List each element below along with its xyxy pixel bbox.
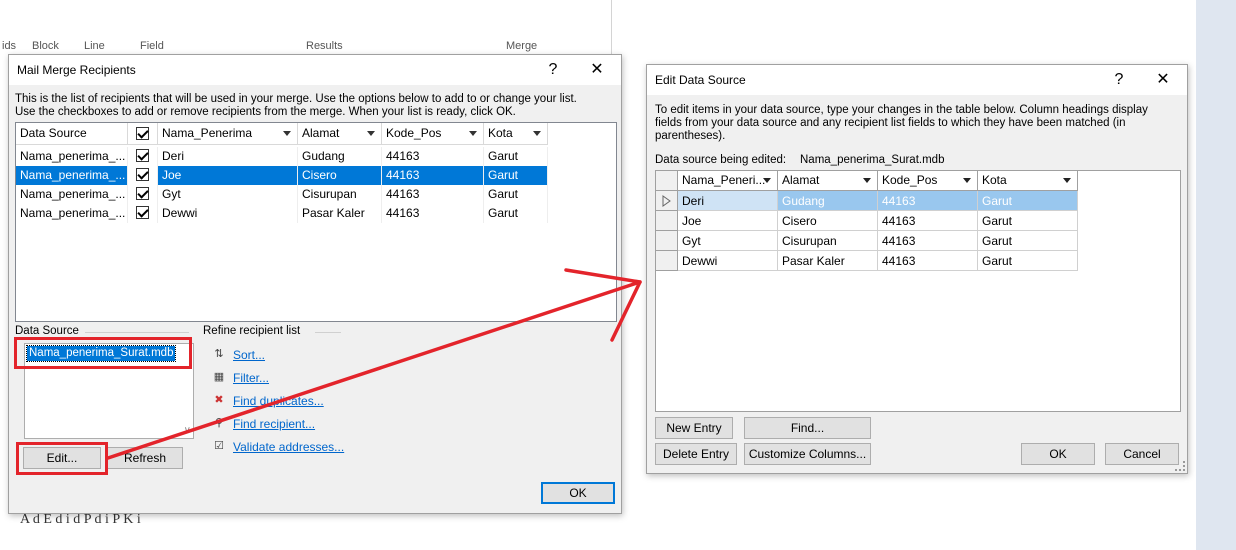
annotation-arrow-icon xyxy=(106,268,642,460)
